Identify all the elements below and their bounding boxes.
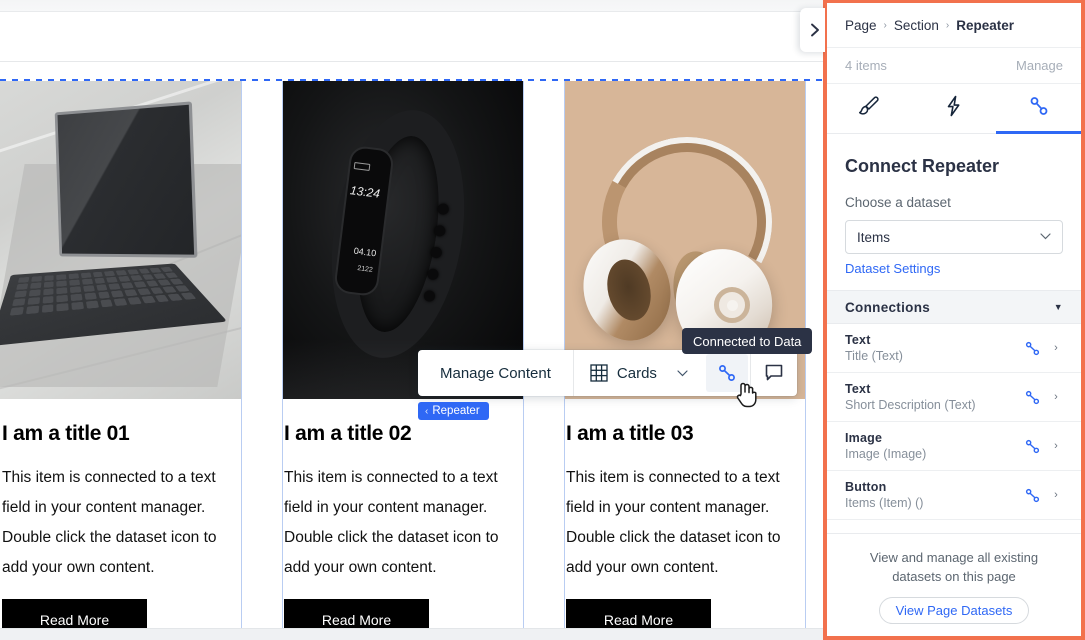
repeater-item-1[interactable]: I am a title 01 This item is connected t… xyxy=(0,81,242,640)
connect-data-icon[interactable] xyxy=(1019,438,1045,455)
card-title: I am a title 03 xyxy=(566,422,694,445)
connection-type: Text xyxy=(845,381,871,396)
footer-description: View and manage all existing datasets on… xyxy=(869,550,1039,584)
editor-canvas: I am a title 01 This item is connected t… xyxy=(0,0,825,640)
panel-tabs xyxy=(827,84,1081,134)
connected-to-data-tooltip: Connected to Data xyxy=(682,328,813,354)
mouse-cursor-pointing-hand xyxy=(735,380,757,413)
connection-field: Image (Image) xyxy=(845,446,927,461)
repeater-badge-label: Repeater xyxy=(432,405,480,417)
connection-row[interactable]: Image Image (Image) › xyxy=(827,422,1081,471)
canvas-bottom-strip xyxy=(0,628,825,640)
site-header-area xyxy=(0,13,825,62)
dataset-select[interactable]: Items xyxy=(845,220,1063,254)
card-title: I am a title 02 xyxy=(284,422,412,445)
card-divider xyxy=(282,81,283,628)
card-body: I am a title 03 This item is connected t… xyxy=(564,421,806,640)
app-root: I am a title 01 This item is connected t… xyxy=(0,0,1085,640)
connection-row[interactable]: Button Items (Item) () › xyxy=(827,471,1081,520)
tab-interactions[interactable] xyxy=(912,84,997,133)
connection-type: Image xyxy=(845,430,883,445)
breadcrumb-current: Repeater xyxy=(956,17,1015,33)
connections-list: Text Title (Text) › Text Short Descripti… xyxy=(827,324,1081,533)
repeater-selection-outline xyxy=(0,79,825,81)
chevron-right-icon[interactable]: › xyxy=(1045,342,1067,354)
panel-footer: View and manage all existing datasets on… xyxy=(827,533,1081,636)
card-description: This item is connected to a text field i… xyxy=(566,469,781,576)
tab-design[interactable] xyxy=(827,84,912,133)
brush-icon xyxy=(857,94,881,123)
connect-data-icon[interactable] xyxy=(1019,389,1045,406)
card-title: I am a title 01 xyxy=(2,422,130,445)
connection-field: Short Description (Text) xyxy=(845,397,976,412)
chevron-left-icon: ‹ xyxy=(425,405,429,417)
layout-selector[interactable]: Cards xyxy=(574,350,667,396)
connect-data-icon[interactable] xyxy=(1019,487,1045,504)
card-body: I am a title 01 This item is connected t… xyxy=(0,421,242,640)
panel-content: Connect Repeater Choose a dataset Items … xyxy=(827,134,1081,636)
tab-connect-data[interactable] xyxy=(996,84,1081,134)
connections-label: Connections xyxy=(845,299,931,315)
connection-type: Button xyxy=(845,479,887,494)
choose-dataset-label: Choose a dataset xyxy=(845,195,951,210)
breadcrumb-section[interactable]: Section xyxy=(894,18,939,33)
manage-link[interactable]: Manage xyxy=(1016,58,1063,73)
connection-row[interactable]: Text Short Description (Text) › xyxy=(827,373,1081,422)
connect-data-icon xyxy=(1027,94,1051,123)
connect-data-icon[interactable] xyxy=(1019,340,1045,357)
connection-field: Title (Text) xyxy=(845,348,903,363)
dataset-select-value: Items xyxy=(857,229,891,245)
grid-icon xyxy=(590,364,608,382)
connection-row[interactable]: Text Title (Text) › xyxy=(827,324,1081,373)
card-description: This item is connected to a text field i… xyxy=(284,469,499,576)
breadcrumb-separator-icon: › xyxy=(883,19,887,31)
card-description: This item is connected to a text field i… xyxy=(2,469,217,576)
connection-field: Items (Item) () xyxy=(845,495,924,510)
caret-down-icon: ▼ xyxy=(1053,302,1063,312)
manage-content-button[interactable]: Manage Content xyxy=(418,350,573,396)
chevron-down-icon xyxy=(1040,232,1051,243)
view-page-datasets-button[interactable]: View Page Datasets xyxy=(878,597,1030,624)
card-body: I am a title 02 This item is connected t… xyxy=(282,421,524,640)
chevron-right-icon[interactable]: › xyxy=(1045,440,1067,452)
breadcrumb-separator-icon: › xyxy=(945,19,950,31)
panel-title: Connect Repeater xyxy=(845,156,1000,176)
collapse-panel-button[interactable] xyxy=(800,8,825,52)
layout-dropdown-chevron-icon[interactable] xyxy=(667,350,704,396)
canvas-top-strip xyxy=(0,0,825,12)
card-divider xyxy=(805,81,806,628)
lightning-icon xyxy=(942,94,966,123)
connect-data-panel: Page › Section › Repeater 4 items Manage xyxy=(823,0,1085,640)
chevron-right-icon[interactable]: › xyxy=(1045,391,1067,403)
canvas-gap xyxy=(0,62,825,80)
card-divider xyxy=(241,81,242,628)
items-count: 4 items xyxy=(845,58,887,73)
repeater-selection-badge[interactable]: ‹ Repeater xyxy=(418,402,489,420)
layout-label: Cards xyxy=(616,364,657,382)
comment-button[interactable] xyxy=(751,350,797,396)
chevron-right-icon[interactable]: › xyxy=(1045,489,1067,501)
connections-section-header[interactable]: Connections ▼ xyxy=(827,290,1081,324)
card-image-tablet[interactable] xyxy=(0,81,242,399)
connection-type: Text xyxy=(845,332,871,347)
breadcrumb-page[interactable]: Page xyxy=(845,18,877,33)
card-gap xyxy=(242,81,282,628)
breadcrumb: Page › Section › Repeater xyxy=(827,3,1081,47)
dataset-settings-link[interactable]: Dataset Settings xyxy=(827,254,1081,276)
items-bar: 4 items Manage xyxy=(827,47,1081,84)
